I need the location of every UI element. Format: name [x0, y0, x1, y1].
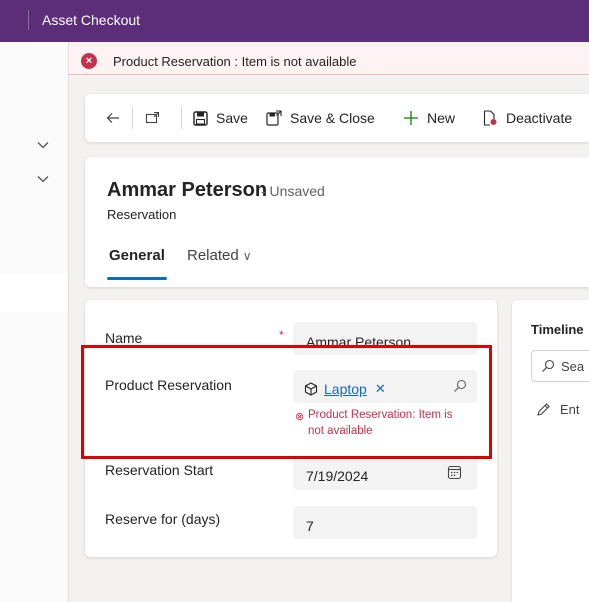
pencil-icon — [537, 403, 550, 416]
command-bar: Save Save & Close New Deactivate — [85, 94, 589, 142]
enter-note-text: Ent — [560, 402, 580, 417]
save-and-close-button[interactable]: Save & Close — [266, 94, 375, 142]
reserve-for-label: Reserve for (days) — [105, 511, 221, 527]
new-label: New — [427, 110, 456, 126]
tab-related[interactable]: Related ∨ — [187, 247, 252, 264]
deactivate-button[interactable]: Deactivate — [482, 94, 572, 142]
back-arrow-icon — [106, 113, 119, 123]
record-status: - Unsaved — [261, 183, 325, 199]
save-button[interactable]: Save — [193, 94, 248, 142]
record-header: Ammar Peterson - Unsaved Reservation Gen… — [85, 157, 589, 287]
nav-divider — [68, 42, 69, 602]
record-name: Ammar Peterson — [107, 179, 268, 201]
highlight-box — [81, 345, 492, 459]
plus-icon — [404, 111, 418, 125]
open-window-icon — [145, 111, 160, 124]
reservation-start-value: 7/19/2024 — [306, 468, 369, 484]
open-in-new-window-button[interactable] — [145, 94, 161, 142]
required-indicator: * — [279, 328, 284, 342]
reserve-for-field[interactable]: 7 — [293, 506, 477, 539]
deactivate-icon — [483, 110, 497, 126]
command-divider — [132, 107, 133, 129]
back-button[interactable] — [105, 94, 121, 142]
save-close-label: Save & Close — [290, 110, 375, 126]
name-label: Name — [105, 330, 143, 346]
tab-general[interactable]: General — [109, 247, 165, 264]
save-close-icon — [266, 110, 282, 126]
entity-name: Reservation — [107, 207, 177, 222]
timeline-search-text: Sea — [561, 359, 585, 374]
error-icon: × — [81, 53, 97, 69]
save-label: Save — [216, 110, 248, 126]
command-divider — [181, 107, 182, 129]
reservation-start-field[interactable]: 7/19/2024 — [293, 457, 477, 490]
save-icon — [193, 110, 208, 126]
enter-note[interactable]: Ent — [536, 400, 589, 424]
nav-band — [0, 274, 68, 312]
tab-related-label: Related — [187, 247, 239, 264]
timeline-panel: Timeline Sea Ent — [512, 300, 589, 602]
timeline-search[interactable]: Sea — [531, 350, 589, 382]
header-divider — [28, 10, 29, 30]
app-header: Asset Checkout — [0, 0, 589, 42]
left-navigation — [0, 42, 68, 602]
app-title[interactable]: Asset Checkout — [42, 12, 140, 28]
notification-message[interactable]: Product Reservation : Item is not availa… — [113, 54, 357, 69]
selected-tab-indicator — [107, 277, 167, 280]
search-icon — [542, 359, 555, 372]
chevron-down-icon[interactable] — [36, 138, 50, 152]
calendar-icon[interactable] — [447, 465, 462, 480]
timeline-title: Timeline — [531, 322, 584, 337]
error-notification-bar: × Product Reservation : Item is not avai… — [69, 47, 589, 75]
reserve-for-value: 7 — [306, 518, 314, 534]
chevron-down-icon: ∨ — [242, 249, 252, 263]
reservation-start-label: Reservation Start — [105, 462, 214, 478]
deactivate-label: Deactivate — [506, 110, 573, 126]
new-button[interactable]: New — [403, 94, 455, 142]
chevron-down-icon[interactable] — [36, 172, 50, 186]
